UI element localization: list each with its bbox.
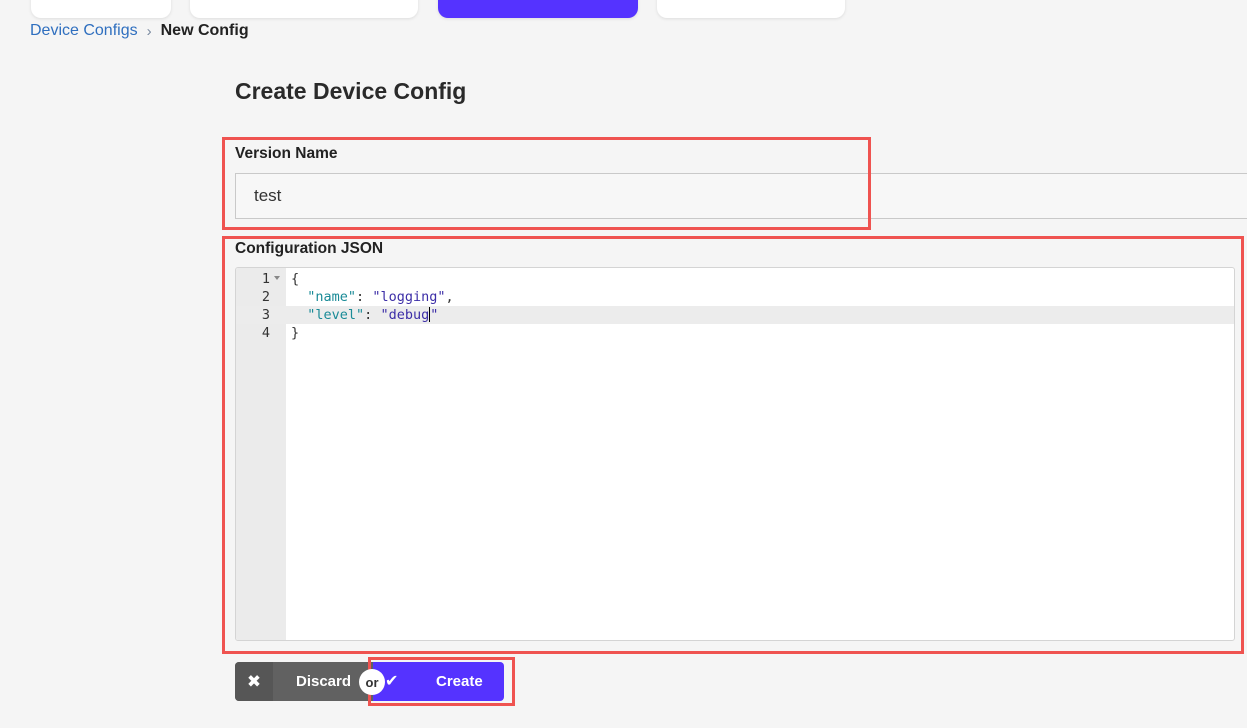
page-title: Create Device Config: [235, 78, 467, 104]
version-name-label: Version Name: [235, 145, 338, 162]
json-separator: :: [364, 307, 381, 323]
json-key: "level": [307, 307, 365, 323]
editor-line: 1 {: [236, 270, 1234, 288]
code-text: "name": "logging",: [291, 288, 454, 306]
top-nav-card-1[interactable]: [31, 0, 171, 18]
json-string-value: "debug: [380, 307, 430, 323]
version-name-input[interactable]: [235, 173, 1247, 219]
or-divider: or: [359, 669, 385, 695]
json-tail: ,: [445, 289, 454, 305]
json-code-editor[interactable]: 1 { 2 "name": "logging", 3 "level": "deb…: [235, 267, 1235, 641]
check-icon: ✔: [385, 673, 399, 690]
line-number: 3: [261, 307, 270, 323]
create-button[interactable]: ✔ Create: [373, 662, 504, 701]
top-nav-card-4[interactable]: [657, 0, 845, 18]
line-number: 2: [261, 289, 270, 305]
page: Device Configs › New Config Create Devic…: [0, 0, 1247, 728]
editor-line: 2 "name": "logging",: [236, 288, 1234, 306]
create-label: Create: [436, 673, 483, 690]
json-separator: :: [356, 289, 373, 305]
top-nav-card-active[interactable]: [438, 0, 638, 18]
code-text: }: [291, 325, 300, 341]
json-key: "name": [307, 289, 357, 305]
json-tail: ": [430, 307, 439, 323]
line-number: 4: [261, 325, 270, 341]
line-number: 1: [261, 271, 270, 287]
breadcrumb-device-configs-link[interactable]: Device Configs: [30, 22, 138, 40]
chevron-right-icon: ›: [146, 22, 152, 40]
editor-line: 4 }: [236, 324, 1234, 342]
breadcrumb-current: New Config: [160, 22, 249, 39]
configuration-json-label: Configuration JSON: [235, 240, 384, 257]
fold-arrow-icon[interactable]: [274, 276, 280, 280]
editor-line-active: 3 "level": "debug": [236, 306, 1234, 324]
code-text: "level": "debug": [291, 306, 438, 324]
code-text: {: [291, 271, 300, 287]
breadcrumb: Device Configs › New Config: [30, 22, 249, 40]
json-string-value: "logging": [372, 289, 446, 305]
discard-label: Discard: [296, 673, 352, 690]
top-nav-card-2[interactable]: [190, 0, 418, 18]
close-icon: ✖: [235, 662, 273, 701]
